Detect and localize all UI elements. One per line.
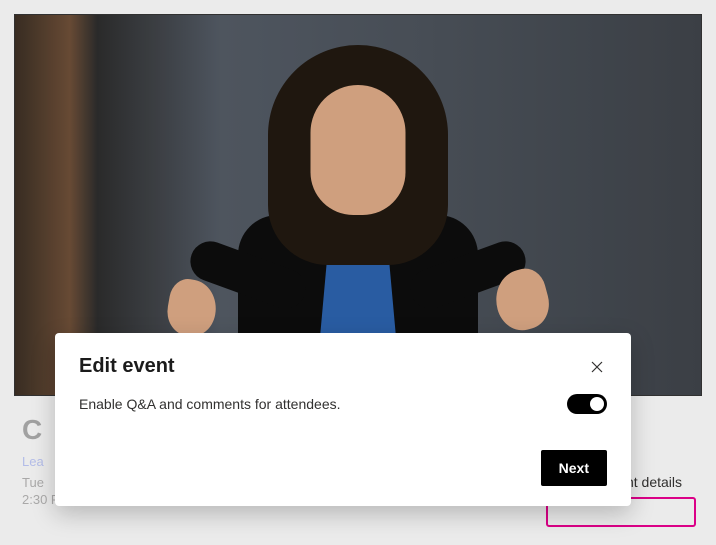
event-page: C Lea Tue 2:30 PM - 3:00 PM Share bbox=[0, 0, 716, 545]
edit-event-modal: Edit event Enable Q&A and comments for a… bbox=[55, 333, 631, 506]
toggle-knob bbox=[590, 397, 604, 411]
next-button[interactable]: Next bbox=[541, 450, 607, 486]
qa-option-label: Enable Q&A and comments for attendees. bbox=[79, 396, 341, 412]
qa-option-row: Enable Q&A and comments for attendees. bbox=[79, 394, 607, 414]
modal-footer: Next bbox=[79, 450, 607, 486]
modal-title: Edit event bbox=[79, 355, 175, 378]
close-button[interactable] bbox=[587, 357, 607, 377]
qa-toggle[interactable] bbox=[567, 394, 607, 414]
modal-header: Edit event bbox=[79, 355, 607, 378]
close-icon bbox=[590, 360, 604, 374]
